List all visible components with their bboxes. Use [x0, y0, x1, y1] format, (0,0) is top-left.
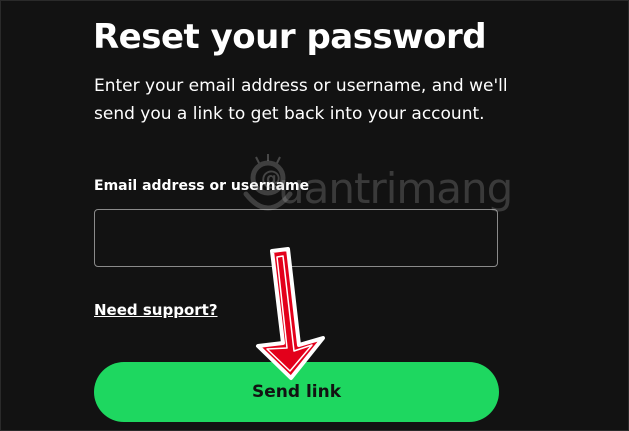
page-title: Reset your password	[93, 17, 487, 57]
send-link-button[interactable]: Send link	[94, 362, 499, 422]
need-support-link[interactable]: Need support?	[94, 299, 218, 321]
email-field-label: Email address or username	[94, 178, 310, 194]
email-field[interactable]	[94, 209, 498, 267]
intro-text: Enter your email address or username, an…	[94, 76, 508, 124]
watermark-text: uantrimang	[278, 164, 513, 213]
